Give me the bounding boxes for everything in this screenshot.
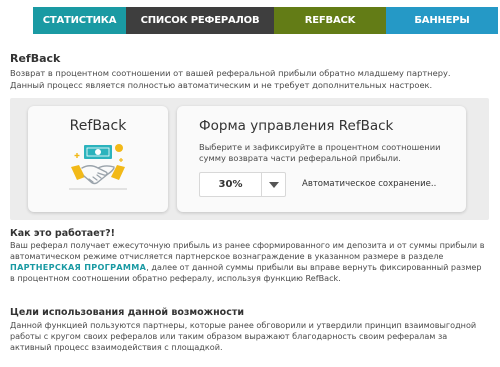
chevron-down-icon[interactable] [261, 173, 285, 196]
refback-form-card: Форма управления RefBack Выберите и зафи… [177, 106, 466, 212]
refback-percent-select[interactable]: 30% [199, 172, 286, 197]
how-text-part1: Ваш реферал получает ежесуточную прибыль… [10, 240, 485, 261]
intro-text: Возврат в процентном соотношении от ваше… [10, 68, 451, 90]
how-it-works-text: Ваш реферал получает ежесуточную прибыль… [10, 240, 488, 284]
goals-text: Данной функцией пользуются партнеры, кот… [10, 320, 477, 352]
select-value: 30% [218, 179, 243, 190]
autosave-status: Автоматическое сохранение.. [302, 179, 437, 189]
tab-statistics[interactable]: СТАТИСТИКА [33, 7, 126, 34]
refback-card-title: RefBack [69, 118, 127, 134]
tab-referrals-list[interactable]: СПИСОК РЕФЕРАЛОВ [126, 7, 274, 34]
form-description: Выберите и зафиксируйте в процентном соо… [199, 142, 441, 163]
tab-refback[interactable]: REFBACK [274, 7, 386, 34]
page-title: RefBack [10, 52, 61, 65]
how-it-works-heading: Как это работает?! [10, 228, 115, 239]
tab-bar: СТАТИСТИКА СПИСОК РЕФЕРАЛОВ REFBACK БАНН… [33, 7, 498, 34]
partner-program-link[interactable]: ПАРТНЕРСКАЯ ПРОГРАММА [10, 262, 146, 272]
form-title: Форма управления RefBack [199, 118, 394, 134]
refback-card: RefBack [28, 106, 168, 212]
tab-banners[interactable]: БАННЕРЫ [386, 7, 498, 34]
handshake-money-icon [69, 144, 127, 190]
goals-heading: Цели использования данной возможности [10, 307, 245, 318]
